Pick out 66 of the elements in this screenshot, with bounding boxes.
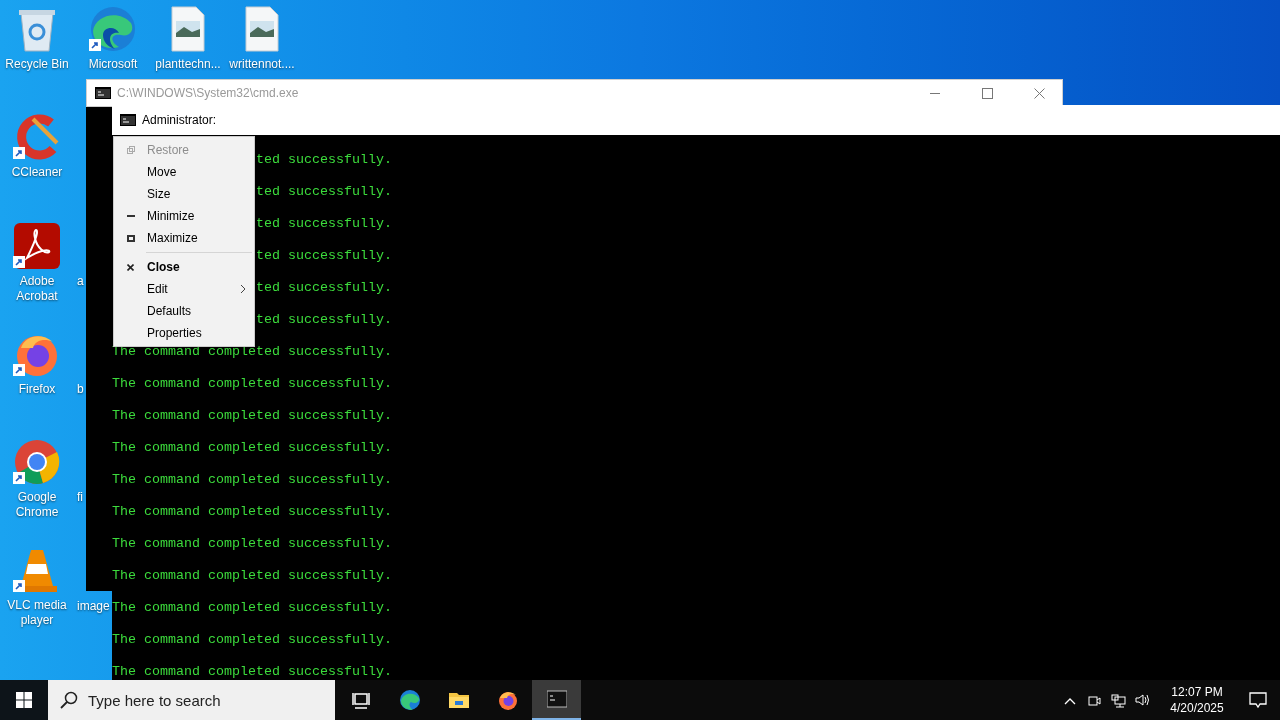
console-output-line: The command completed successfully. [112,440,392,456]
console-output-line: The command completed successfully. [112,408,392,424]
icon-label[interactable]: a [77,274,84,289]
icon-label[interactable]: VLC media player [1,598,73,628]
chevron-right-icon [240,284,246,294]
console-output-line: The command completed successfully. [112,600,392,616]
console-output-line: The command completed successfully. [112,504,392,520]
wave-globe-icon [399,690,420,710]
console-output-line: ted successfully. [256,216,392,232]
minimize-icon [930,92,940,94]
speaker-icon [1134,692,1150,708]
icon-label[interactable]: planttechn... [155,57,221,72]
icon-label[interactable]: image [77,599,110,614]
menu-item[interactable]: Edit [114,278,254,300]
console-output-line: The command completed successfully. [112,632,392,648]
menu-item[interactable]: Minimize [114,205,254,227]
console-output-line: ted successfully. [256,152,392,168]
restore-icon [126,146,135,154]
fox-globe-icon [497,690,518,710]
windows-logo-icon [16,692,32,708]
console-output-line: The command completed successfully. [112,568,392,584]
maximize-icon [981,87,993,99]
console-output-line: The command completed successfully. [112,664,392,680]
icon-label[interactable]: Adobe Acrobat [1,274,73,304]
console-output-line: The command completed successfully. [112,536,392,552]
maximize-icon [126,234,135,242]
folder-icon [448,690,469,710]
icon-label[interactable]: Recycle Bin [1,57,73,72]
console-output-line: ted successfully. [256,248,392,264]
console-output-line: ted successfully. [256,280,392,296]
menu-item[interactable]: Defaults [114,300,254,322]
icon-label[interactable]: Google Chrome [1,490,73,520]
search-field[interactable]: Type here to search [48,680,335,720]
window-title: Administrator: [142,112,217,129]
taskbar-app-button[interactable] [532,680,581,720]
menu-item[interactable]: Maximize [114,227,254,249]
document-app-icon [13,222,61,270]
task-view-icon [350,690,371,710]
close-icon [127,263,134,271]
console-icon [546,689,567,709]
icon-label[interactable]: b [77,382,84,397]
icon-label[interactable]: fi [77,490,83,505]
wave-globe-icon [89,5,137,53]
icon-label[interactable]: writtennot.... [229,57,295,72]
minimize-icon [126,215,135,217]
console-output-line: The command completed successfully. [112,472,392,488]
icon-label[interactable]: Firefox [1,382,73,397]
network-icon [1110,692,1126,708]
search-icon [60,691,78,709]
menu-item[interactable]: Properties [114,322,254,344]
menu-item[interactable]: Move [114,161,254,183]
console-icon [95,87,111,99]
console-output-line: ted successfully. [256,312,392,328]
speech-bubble-icon [1249,691,1267,709]
browser-icon [13,438,61,486]
clock[interactable]: 12:07 PM 4/20/2025 [1158,680,1236,720]
menu-item[interactable]: Size [114,183,254,205]
window-title: C:\WINDOWS\System32\cmd.exe [117,85,300,102]
icon-label[interactable]: Microsoft [88,57,138,72]
console-output-line: The command completed successfully. [112,376,392,392]
console-output-line: ted successfully. [256,184,392,200]
menu-item[interactable]: Close [114,256,254,278]
icon-label[interactable]: CCleaner [1,165,73,180]
brush-icon [13,113,61,161]
close-icon [1033,87,1045,99]
console-icon [120,114,136,126]
